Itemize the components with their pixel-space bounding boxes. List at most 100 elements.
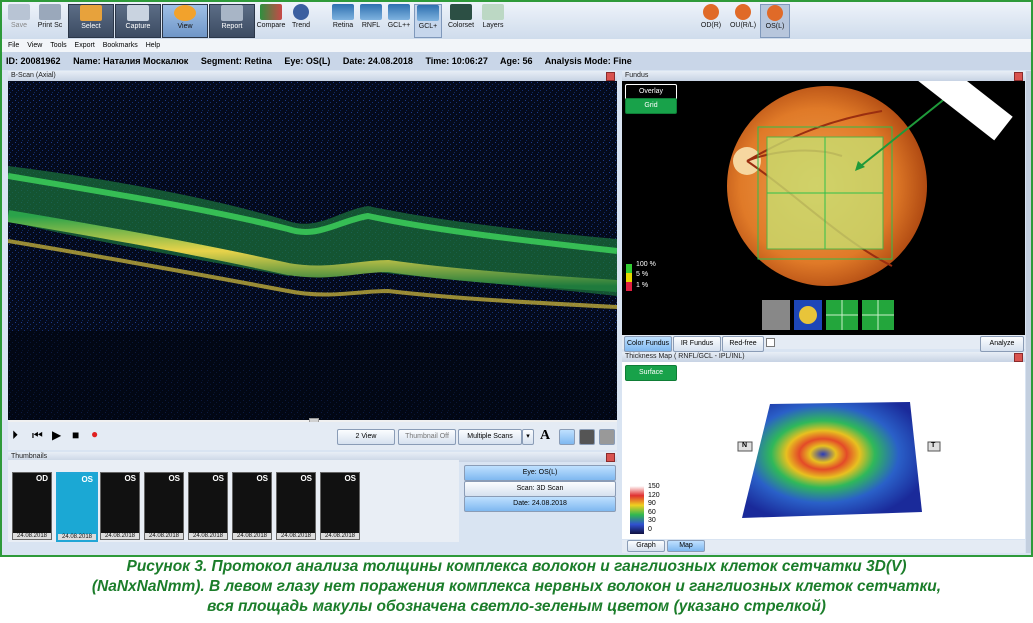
- analyze-button[interactable]: Analyze: [980, 336, 1024, 352]
- surface-button[interactable]: Surface: [625, 365, 677, 381]
- scale-label: 0: [648, 525, 652, 533]
- trend-button[interactable]: Trend: [288, 4, 314, 36]
- eye-label: Eye: OS(L): [284, 56, 331, 66]
- fundus-title: Fundus: [625, 72, 649, 79]
- thumbnail-item[interactable]: OS 24.08.2018: [232, 472, 272, 540]
- thumbnail-item[interactable]: OS 24.08.2018: [188, 472, 228, 540]
- chevron-down-icon[interactable]: ▾: [522, 429, 534, 445]
- figure-caption: Рисунок 3. Протокол анализа толщины комп…: [0, 557, 1033, 617]
- retina-button[interactable]: Retina: [330, 4, 356, 36]
- thumbnails-close-icon[interactable]: [606, 453, 615, 462]
- thickness-color-scale: [630, 486, 644, 534]
- capture-button[interactable]: Capture: [115, 4, 161, 38]
- scale-label: 150: [648, 483, 660, 490]
- filter-scan-button[interactable]: Scan: 3D Scan: [464, 481, 616, 497]
- report-button[interactable]: Report: [209, 4, 255, 38]
- scale-label: 120: [648, 491, 660, 499]
- thickness-close-icon[interactable]: [1014, 353, 1023, 362]
- compare-button[interactable]: Compare: [256, 4, 286, 36]
- record-icon[interactable]: ●: [91, 427, 98, 441]
- fundus-checkbox[interactable]: [766, 338, 775, 347]
- time-label: Time: 10:06:27: [425, 56, 488, 66]
- thumbnail-off-button[interactable]: Thumbnail Off: [398, 429, 456, 445]
- gclp-button[interactable]: GCL+: [414, 4, 442, 38]
- layers-button[interactable]: Layers: [480, 4, 506, 36]
- eye-od-icon: [703, 4, 719, 20]
- colorset-button[interactable]: Colorset: [446, 4, 476, 36]
- menu-tools[interactable]: Tools: [50, 42, 66, 49]
- age-label: Age: 56: [500, 56, 533, 66]
- legend-5: 5 %: [636, 271, 649, 278]
- fundus-panel: Overlay Grid 100 % 5 % 1 %: [622, 81, 1025, 335]
- bscan-close-icon[interactable]: [606, 72, 615, 81]
- thumbnail-item[interactable]: OS 24.08.2018: [144, 472, 184, 540]
- view-button[interactable]: View: [162, 4, 208, 38]
- step-end-icon[interactable]: ⏵: [12, 428, 18, 443]
- menu-view[interactable]: View: [27, 42, 42, 49]
- caption-line-3: вся площадь макулы обозначена светло-зел…: [207, 598, 826, 615]
- select-icon: [80, 5, 102, 21]
- gray-view-icon[interactable]: [579, 429, 595, 445]
- ir-fundus-button[interactable]: IR Fundus: [673, 336, 721, 352]
- thumbnail-item[interactable]: OS 24.08.2018: [100, 472, 140, 540]
- map-button[interactable]: Map: [667, 540, 705, 552]
- font-size-button[interactable]: A: [540, 428, 550, 444]
- caption-line-1: Рисунок 3. Протокол анализа толщины комп…: [126, 558, 907, 575]
- printer-icon: [39, 4, 61, 20]
- caption-line-2: (NaNxNaNmm). В левом глазу нет поражения…: [91, 578, 942, 595]
- save-button[interactable]: Save: [6, 4, 32, 36]
- thumbnail-item[interactable]: OS 24.08.2018: [320, 472, 360, 540]
- right-scrollbar[interactable]: [1026, 71, 1031, 553]
- playback-controls: ⏵ ⏮ ▶ ■ ● 2 View Thumbnail Off Multiple …: [8, 422, 617, 450]
- grid-button[interactable]: Grid: [625, 98, 677, 114]
- eye-ou-button[interactable]: OU(R/L): [728, 4, 758, 36]
- eye-icon: [174, 5, 196, 21]
- fundus-close-icon[interactable]: [1014, 72, 1023, 81]
- menu-bookmarks[interactable]: Bookmarks: [103, 42, 138, 49]
- list-view-icon[interactable]: [599, 429, 615, 445]
- scale-label: 30: [648, 517, 656, 525]
- eye-od-button[interactable]: OD(R): [696, 4, 726, 36]
- thickness-title: Thickness Map ( RNFL/GCL - IPL/INL): [625, 353, 745, 360]
- print-screen-button[interactable]: Print Sc: [36, 4, 64, 36]
- fundus-image[interactable]: [622, 81, 1025, 335]
- thickness-header: Thickness Map ( RNFL/GCL - IPL/INL): [622, 352, 1025, 362]
- red-free-button[interactable]: Red-free: [722, 336, 764, 352]
- fundus-header: Fundus: [622, 71, 1025, 81]
- menu-export[interactable]: Export: [75, 42, 95, 49]
- color-view-icon[interactable]: [559, 429, 575, 445]
- two-view-button[interactable]: 2 View: [337, 429, 395, 445]
- gclpp-button[interactable]: GCL++: [386, 4, 412, 36]
- stop-icon[interactable]: ■: [72, 428, 79, 442]
- filter-eye-button[interactable]: Eye: OS(L): [464, 465, 616, 481]
- eye-os-button[interactable]: OS(L): [760, 4, 790, 38]
- temporal-marker: T: [931, 442, 936, 449]
- graph-button[interactable]: Graph: [627, 540, 665, 552]
- rnfl-icon: [360, 4, 382, 20]
- bscan-image[interactable]: [8, 81, 617, 420]
- oct-scan-graphic: [8, 81, 617, 420]
- thickness-3d-map[interactable]: [622, 362, 1025, 539]
- skip-back-icon[interactable]: ⏮: [32, 428, 43, 443]
- multiple-scans-select[interactable]: Multiple Scans: [458, 429, 522, 445]
- report-icon: [221, 5, 243, 21]
- select-button[interactable]: Select: [68, 4, 114, 38]
- rnfl-button[interactable]: RNFL: [358, 4, 384, 36]
- thumbnail-item[interactable]: OS 24.08.2018: [56, 472, 98, 542]
- bscan-title: B-Scan (Axial): [11, 72, 56, 79]
- eye-ou-icon: [735, 4, 751, 20]
- fundus-button-bar: Color Fundus IR Fundus Red-free Analyze: [622, 335, 1025, 352]
- filter-date-button[interactable]: Date: 24.08.2018: [464, 496, 616, 512]
- menu-file[interactable]: File: [8, 42, 19, 49]
- compare-icon: [260, 4, 282, 20]
- patient-name: Name: Наталия Москалюк: [73, 56, 189, 66]
- play-icon[interactable]: ▶: [52, 428, 61, 442]
- analysis-mode-label: Analysis Mode: Fine: [544, 56, 632, 66]
- thumbnail-item[interactable]: OD 24.08.2018: [12, 472, 52, 540]
- date-label: Date: 24.08.2018: [342, 56, 413, 66]
- thickness-map-panel: Surface N T 150 120 90 60 30 0: [622, 362, 1025, 539]
- color-fundus-button[interactable]: Color Fundus: [624, 336, 672, 352]
- menu-help[interactable]: Help: [146, 42, 160, 49]
- thumbnail-item[interactable]: OS 24.08.2018: [276, 472, 316, 540]
- legend-1: 1 %: [636, 282, 649, 289]
